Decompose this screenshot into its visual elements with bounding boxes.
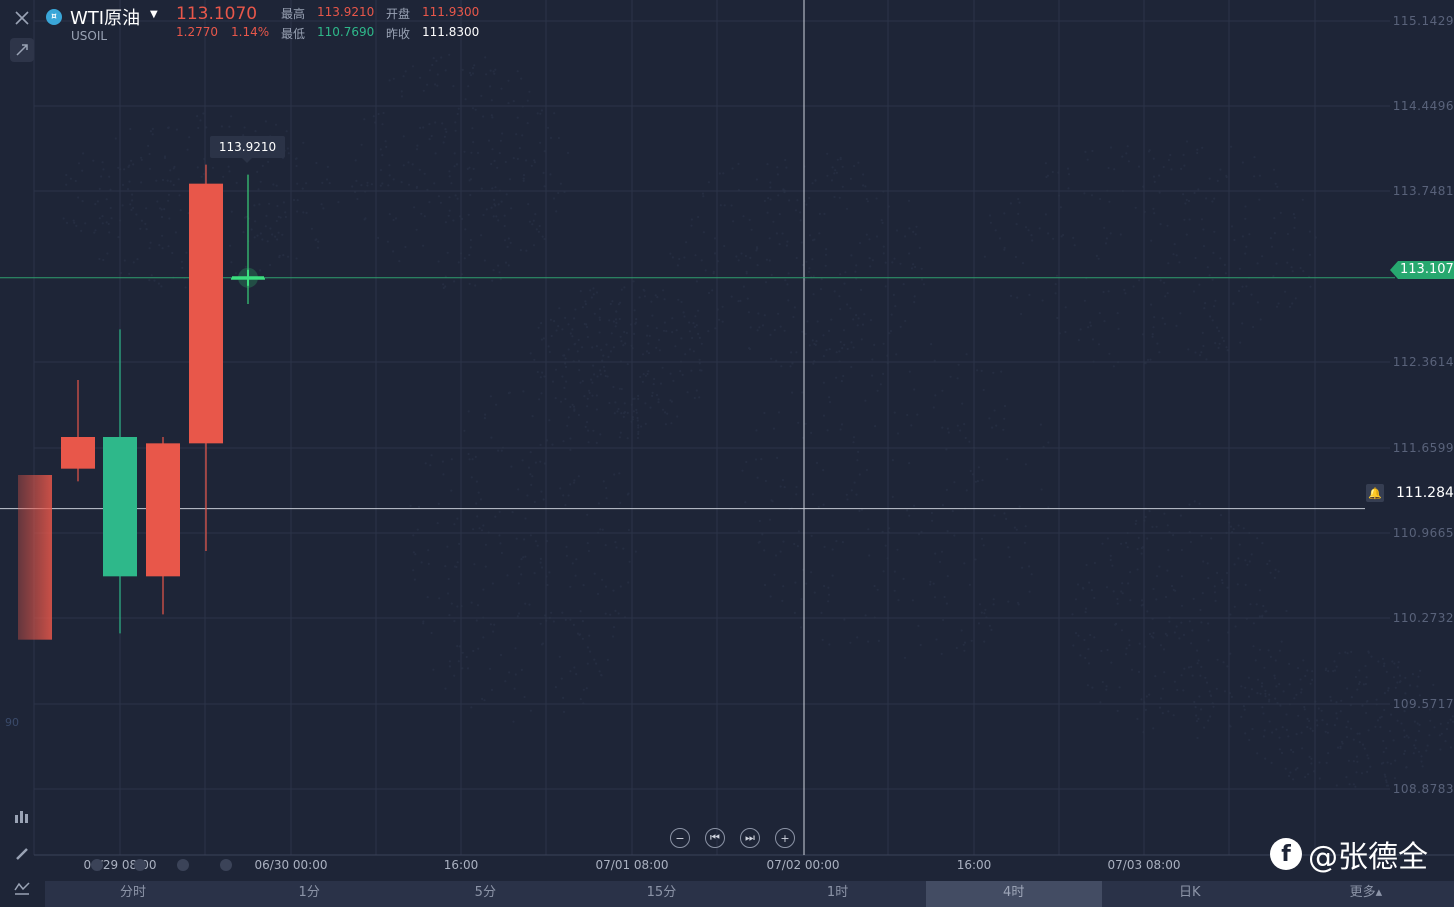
instrument-header: ¤ WTI原油 ▼ USOIL 113.1070 1.2770 1.14% 最高… [40,0,520,50]
line-tool-icon-glyph [14,882,30,895]
prev-close-label: 昨收 [386,27,411,41]
change-absolute: 1.2770 [176,25,218,39]
bell-icon[interactable]: 🔔 [1366,484,1384,502]
scroll-dot[interactable] [220,859,232,871]
timeframe-bar: 分时 1分 5分 15分 1时 4时 日K 更多▴ [45,881,1454,907]
shrink-icon[interactable] [10,38,34,62]
symbol-name[interactable]: WTI原油 [70,4,140,30]
y-tick-label: 114.4496 [1392,99,1454,113]
symbol-code: USOIL [71,29,108,43]
zoom-out-icon[interactable]: − [670,828,690,848]
x-tick-label: 16:00 [443,858,479,872]
y-tick-label: 113.7481 [1392,184,1454,198]
y-tick-label: 110.9665 [1392,526,1454,540]
prev-close-value: 111.8300 [422,25,480,39]
brush-icon[interactable] [10,842,34,866]
crosshair-tooltip: 113.9210 [210,136,285,163]
jump-start-icon[interactable]: ⏮ [705,828,725,848]
scroll-dot[interactable] [177,859,189,871]
y-tick-label: 115.1429 [1392,14,1454,28]
x-tick-label: 06/30 00:00 [254,858,328,872]
change-percent: 1.14% [231,25,270,39]
tab-timeframe[interactable]: 更多▴ [1278,881,1454,907]
x-tick-label: 07/03 08:00 [1107,858,1181,872]
watermark-text: @张德全 [1308,840,1428,875]
low-label: 最低 [281,27,306,41]
y-tick-label: 109.5717 [1392,697,1454,711]
tab-timeframe[interactable]: 4时 [925,881,1102,907]
jump-end-icon[interactable]: ⏭ [740,828,760,848]
candle-body [146,443,180,577]
scroll-dot[interactable] [134,859,146,871]
current-price-tag: 113.1070 [1390,261,1454,279]
tab-timeframe[interactable]: 1时 [750,881,926,907]
candle[interactable] [146,437,180,615]
shrink-icon-glyph [16,44,28,56]
y-tick-label: 112.3614 [1392,355,1454,369]
x-tick-label: 07/01 08:00 [595,858,669,872]
symbol-badge: ¤ [46,9,62,25]
y-tick-label: 110.2732 [1392,611,1454,625]
line-tool-icon[interactable] [10,876,34,900]
facebook-icon: f [1270,838,1302,870]
close-icon[interactable] [10,6,34,30]
zoom-in-icon[interactable]: + [775,828,795,848]
open-label: 开盘 [386,7,411,21]
candle-body [189,183,223,444]
side-mark: 90 [5,716,19,729]
crosshair-cursor [232,267,264,288]
y-tick-label: 108.8783 [1392,782,1454,796]
low-value: 110.7690 [317,25,375,39]
tab-timeframe[interactable]: 分时 [45,881,221,907]
left-toolbar: 90 [0,0,38,907]
high-label: 最高 [281,7,306,21]
indicator-icon-glyph [15,811,28,823]
tab-timeframe[interactable]: 日K [1102,881,1278,907]
candle[interactable] [189,164,223,551]
brush-icon-glyph [16,848,28,860]
last-price: 113.1070 [176,4,258,24]
candle-body [61,437,95,469]
x-tick-label: 07/02 00:00 [766,858,840,872]
candle[interactable] [61,380,95,482]
chevron-down-icon[interactable]: ▼ [150,9,158,20]
grid [33,0,1454,856]
x-tick-label: 16:00 [956,858,992,872]
scroll-dot[interactable] [91,859,103,871]
open-value: 111.9300 [422,5,480,19]
tab-timeframe[interactable]: 15分 [573,881,749,907]
indicator-icon[interactable] [10,805,34,829]
close-icon-glyph [15,11,29,25]
high-value: 113.9210 [317,5,375,19]
alert-line-label: 111.2847 [1396,485,1454,501]
tab-timeframe[interactable]: 1分 [221,881,397,907]
y-tick-label: 111.6599 [1392,441,1454,455]
tab-timeframe[interactable]: 5分 [397,881,573,907]
candle-body [103,437,137,577]
watermark: f @张德全 [1270,832,1428,876]
candle[interactable] [103,329,137,634]
